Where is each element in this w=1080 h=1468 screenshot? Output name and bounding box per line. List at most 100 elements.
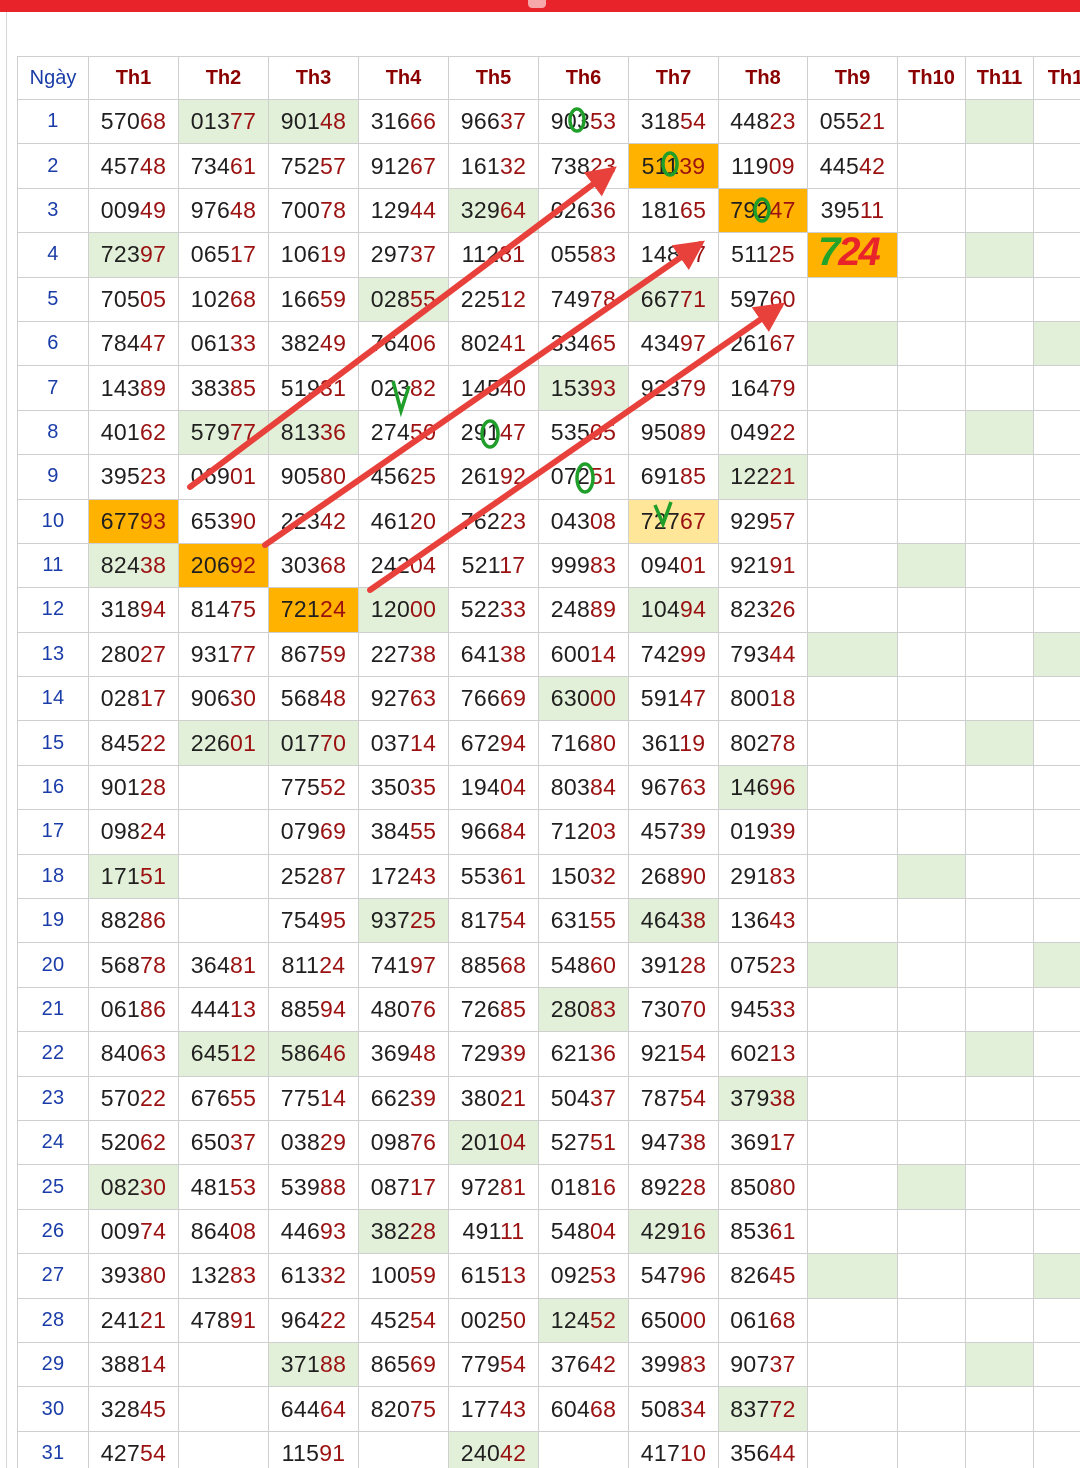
result-digits-tail: 55	[230, 1084, 257, 1111]
result-cell: 39523	[88, 454, 179, 500]
result-cell	[178, 1341, 269, 1388]
result-digits-tail: 53	[590, 108, 617, 135]
result-digits-head: 075	[730, 951, 770, 978]
result-digits-head: 823	[730, 596, 770, 623]
result-cell	[897, 143, 966, 189]
result-cell: 30368	[268, 542, 359, 589]
result-digits-tail: 50	[410, 418, 437, 445]
month-header: Th1	[88, 56, 179, 100]
result-digits-tail: 54	[680, 1040, 707, 1067]
result-cell: 16132	[448, 143, 539, 189]
result-digits-tail: 00	[590, 685, 617, 712]
result-cell	[897, 1253, 966, 1299]
result-digits-tail: 53	[230, 1173, 257, 1200]
results-table-viewport[interactable]: Ngày Th1 Th2 Th3 Th4 Th5 Th6 Th7 Th8 Th9…	[17, 56, 1080, 1468]
result-cell: 97281	[448, 1164, 539, 1210]
result-cell: 11281	[448, 232, 539, 278]
result-digits-head: 328	[100, 1395, 141, 1422]
result-digits-head: 379	[730, 1084, 770, 1111]
result-digits-tail: 76	[410, 1129, 437, 1156]
result-digits-head: 775	[280, 1084, 321, 1111]
result-digits-head: 171	[100, 862, 141, 889]
result-cell: 53988	[268, 1164, 359, 1210]
result-digits-head: 280	[100, 640, 141, 667]
result-digits-head: 261	[460, 463, 501, 490]
result-cell: 36948	[358, 1031, 449, 1077]
result-digits-tail: 70	[320, 729, 347, 756]
result-digits-head: 181	[640, 196, 681, 223]
result-digits-head: 491	[462, 1217, 501, 1244]
result-digits-head: 519	[280, 374, 321, 401]
result-digits-tail: 05	[590, 418, 617, 445]
result-digits-tail: 63	[680, 774, 707, 801]
result-cell: 03829	[268, 1119, 359, 1166]
result-digits-head: 280	[550, 996, 591, 1022]
result-cell: 10268	[178, 276, 269, 322]
result-cell	[1033, 942, 1080, 988]
result-cell: 09253	[538, 1253, 629, 1299]
result-digits-head: 201	[460, 1129, 501, 1156]
result-digits-head: 712	[550, 818, 591, 845]
result-digits-tail: 30	[230, 685, 257, 712]
result-cell: 52117	[448, 542, 539, 589]
result-cell: 73823	[538, 143, 629, 189]
result-digits-tail: 22	[140, 729, 167, 756]
result-cell: 09876	[358, 1119, 449, 1166]
result-cell: 85361	[718, 1208, 808, 1255]
result-cell: 48076	[358, 986, 449, 1033]
table-row: 2 45748 73461 75257 91267 16132 73823 51139 1190…	[17, 143, 1080, 189]
result-digits-head: 164	[730, 374, 770, 401]
result-digits-tail: 12	[230, 1040, 257, 1067]
result-cell	[897, 232, 966, 278]
result-digits-tail: 97	[410, 951, 437, 978]
result-cell: 31666	[358, 98, 449, 145]
result-digits-head: 206	[190, 552, 231, 579]
result-cell	[358, 1430, 449, 1468]
result-cell: 96763	[628, 764, 719, 811]
result-cell: 06186	[88, 986, 179, 1033]
result-cell: 92379	[628, 365, 719, 411]
result-cell: 92957	[718, 498, 808, 544]
result-digits-head: 388	[100, 1351, 141, 1378]
result-digits-head: 597	[730, 285, 770, 312]
result-cell	[807, 1430, 898, 1468]
result-digits-tail: 21	[769, 463, 796, 490]
result-digits-head: 361	[641, 729, 680, 756]
result-cell	[897, 1297, 966, 1343]
result-cell: 15393	[538, 365, 629, 411]
result-digits-head: 826	[730, 1262, 770, 1289]
result-cell	[965, 853, 1034, 900]
result-digits-tail: 96	[680, 1262, 707, 1289]
result-cell	[965, 720, 1034, 766]
result-digits-tail: 68	[230, 285, 257, 312]
result-cell	[178, 1430, 269, 1468]
result-cell	[897, 98, 966, 145]
result-cell: 70078	[268, 187, 359, 234]
result-cell	[1033, 365, 1080, 411]
result-cell: 38021	[448, 1075, 539, 1121]
result-cell: 97648	[178, 187, 269, 234]
result-digits-head: 009	[100, 196, 141, 223]
result-digits-tail: 37	[500, 108, 527, 135]
result-cell	[807, 1253, 898, 1299]
result-digits-head: 947	[640, 1129, 681, 1156]
result-digits-tail: 91	[769, 552, 796, 579]
result-cell	[807, 898, 898, 944]
result-cell: 00974	[88, 1208, 179, 1255]
result-digits-head: 318	[640, 108, 681, 135]
result-cell: 93177	[178, 631, 269, 678]
result-cell: 20692	[178, 542, 269, 589]
result-cell: 13643	[718, 898, 808, 944]
result-cell: 57068	[88, 98, 179, 145]
result-digits-tail: 93	[320, 1217, 347, 1244]
result-digits-tail: 79	[769, 374, 796, 401]
result-cell: 65037	[178, 1119, 269, 1166]
table-row: 15 84522 22601 01770 03714 67294 71680 36119 802…	[17, 720, 1080, 766]
result-cell: 09401	[628, 542, 719, 589]
result-digits-tail: 55	[410, 285, 437, 312]
result-digits-head: 931	[190, 640, 231, 667]
result-digits-head: 446	[280, 1217, 321, 1244]
result-cell	[807, 1119, 898, 1166]
result-cell: 32964	[448, 187, 539, 234]
result-digits-head: 226	[190, 729, 231, 756]
